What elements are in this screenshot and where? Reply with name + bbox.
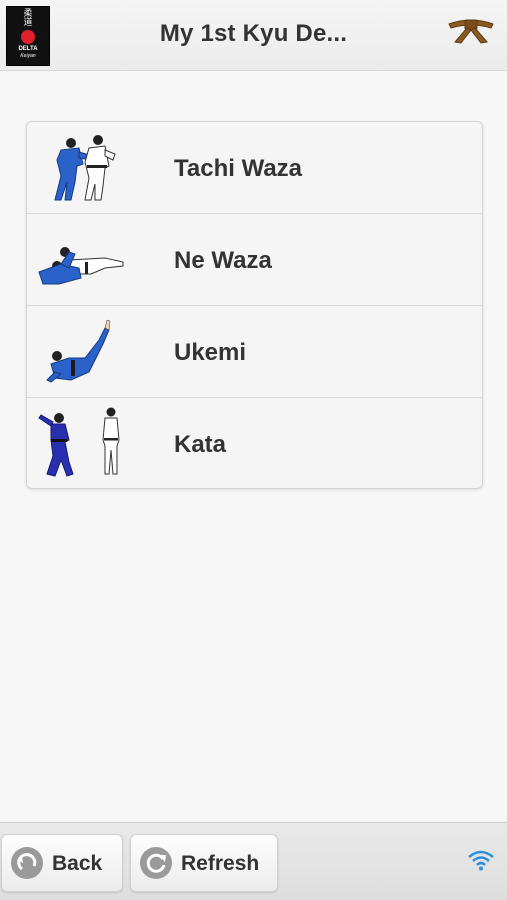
list-item-ne-waza[interactable]: Ne Waza [27, 214, 482, 306]
brown-belt-icon[interactable] [445, 14, 497, 46]
list-item-tachi-waza[interactable]: Tachi Waza [27, 122, 482, 214]
logo-text-line2: Keiyan [20, 53, 36, 59]
technique-category-list: Tachi Waza Ne Waza Ukemi Kata [26, 121, 483, 489]
list-item-ukemi[interactable]: Ukemi [27, 306, 482, 398]
breakfall-illustration [46, 319, 111, 383]
list-item-kata[interactable]: Kata [27, 398, 482, 488]
list-item-label: Tachi Waza [174, 155, 303, 182]
list-item-label: Ne Waza [174, 247, 272, 274]
refresh-icon [140, 847, 172, 879]
page-title: My 1st Kyu De... [159, 20, 348, 47]
back-arrow-icon [11, 847, 43, 879]
refresh-button[interactable]: Refresh [130, 834, 278, 892]
back-button[interactable]: Back [1, 834, 123, 892]
wifi-icon [468, 850, 494, 871]
ground-grappling-illustration [38, 247, 124, 285]
refresh-button-label: Refresh [181, 852, 260, 875]
list-item-label: Ukemi [174, 339, 247, 366]
kata-pair-illustration [38, 407, 120, 477]
app-screen: 柔道 DELTA Keiyan My 1st Kyu De... Tachi W… [0, 0, 507, 900]
back-button-label: Back [52, 852, 103, 875]
standing-throw-illustration [54, 135, 116, 201]
bottom-toolbar: Back Refresh [0, 822, 507, 900]
top-bar: 柔道 DELTA Keiyan My 1st Kyu De... [0, 0, 507, 71]
list-item-label: Kata [174, 431, 227, 458]
